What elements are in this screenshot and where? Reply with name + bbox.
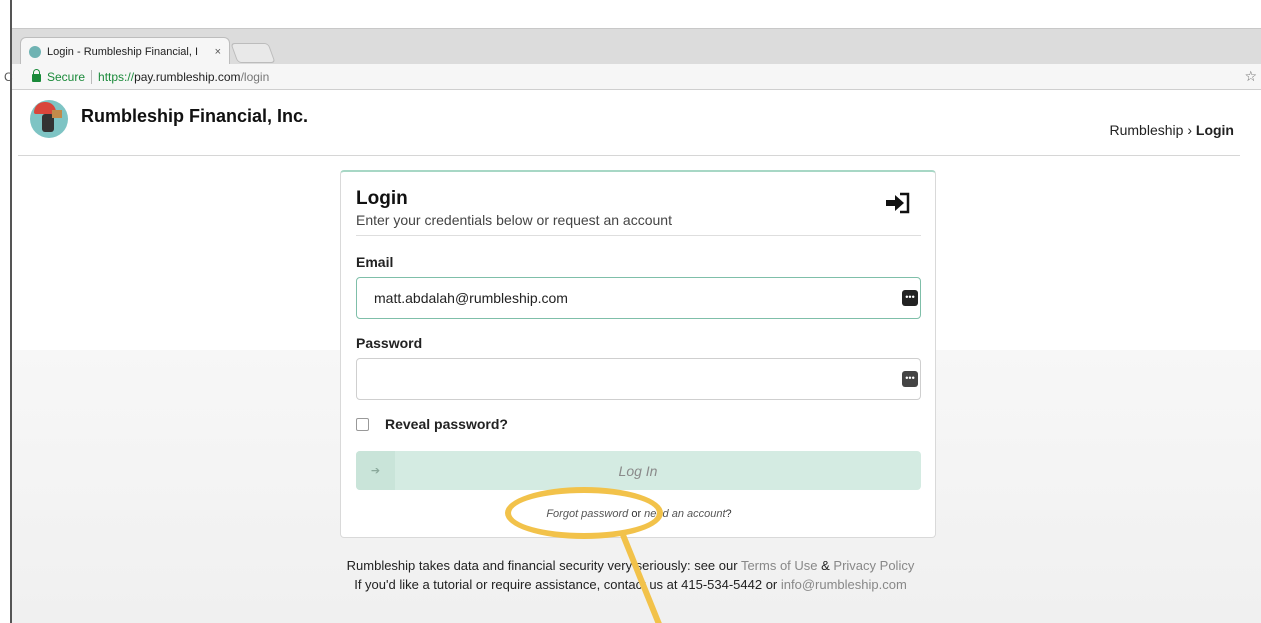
breadcrumb-separator: › bbox=[1187, 122, 1192, 138]
address-separator bbox=[91, 69, 93, 84]
address-bar[interactable]: C Secure https:// pay.rumbleship.com /lo… bbox=[4, 64, 1261, 90]
amp-text: & bbox=[817, 558, 834, 573]
login-title: Login bbox=[356, 188, 408, 209]
brand-name[interactable]: Rumbleship Financial, Inc. bbox=[81, 106, 308, 127]
login-button[interactable]: ➔ Log In bbox=[356, 451, 921, 490]
email-field[interactable] bbox=[356, 277, 921, 319]
reveal-password-checkbox[interactable] bbox=[356, 417, 369, 431]
site-header: Rumbleship Financial, Inc. Rumbleship › … bbox=[18, 96, 1240, 156]
title-divider bbox=[356, 235, 921, 236]
tab-close-icon[interactable]: × bbox=[215, 46, 221, 58]
reveal-password-row[interactable]: Reveal password? bbox=[356, 416, 508, 432]
sign-in-icon: ➔ bbox=[356, 451, 395, 490]
breadcrumb-current: Login bbox=[1195, 122, 1234, 138]
login-button-label: Log In bbox=[618, 462, 658, 479]
tab-title: Login - Rumbleship Financial, I bbox=[47, 45, 199, 58]
annotation-circle bbox=[505, 487, 663, 539]
login-subtitle: Enter your credentials below or request … bbox=[356, 212, 672, 228]
security-text: Rumbleship takes data and financial secu… bbox=[346, 558, 741, 573]
help-suffix: ? bbox=[725, 508, 732, 520]
url-path: /login bbox=[240, 69, 270, 84]
url-scheme: https:// bbox=[98, 69, 135, 84]
browser-tab[interactable]: Login - Rumbleship Financial, I × bbox=[20, 37, 230, 65]
lock-icon bbox=[32, 69, 41, 82]
password-manager-icon[interactable]: ••• bbox=[902, 371, 918, 387]
password-label: Password bbox=[356, 335, 423, 351]
email-label: Email bbox=[356, 254, 394, 270]
reload-icon[interactable]: C bbox=[4, 70, 13, 84]
assistance-text: If you'd like a tutorial or require assi… bbox=[354, 577, 781, 592]
tab-strip: Login - Rumbleship Financial, I × bbox=[12, 28, 1261, 65]
url-host: pay.rumbleship.com bbox=[134, 69, 241, 84]
email-link[interactable]: info@rumbleship.com bbox=[781, 577, 907, 592]
login-icon bbox=[886, 192, 910, 214]
privacy-link[interactable]: Privacy Policy bbox=[833, 558, 914, 573]
breadcrumb: Rumbleship › Login bbox=[1110, 122, 1235, 138]
star-icon[interactable]: ☆ bbox=[1244, 68, 1257, 85]
new-tab-button[interactable] bbox=[230, 43, 276, 63]
breadcrumb-root[interactable]: Rumbleship bbox=[1110, 122, 1184, 138]
password-manager-icon[interactable]: ••• bbox=[902, 290, 918, 306]
favicon-icon bbox=[29, 45, 41, 58]
password-field[interactable] bbox=[356, 358, 921, 400]
reveal-password-label[interactable]: Reveal password? bbox=[385, 416, 508, 432]
login-card: Login Enter your credentials below or re… bbox=[340, 170, 936, 538]
logo-icon[interactable] bbox=[30, 100, 68, 138]
terms-link[interactable]: Terms of Use bbox=[741, 558, 818, 573]
secure-label: Secure bbox=[47, 69, 86, 84]
footer-line-2: If you'd like a tutorial or require assi… bbox=[0, 575, 1261, 594]
